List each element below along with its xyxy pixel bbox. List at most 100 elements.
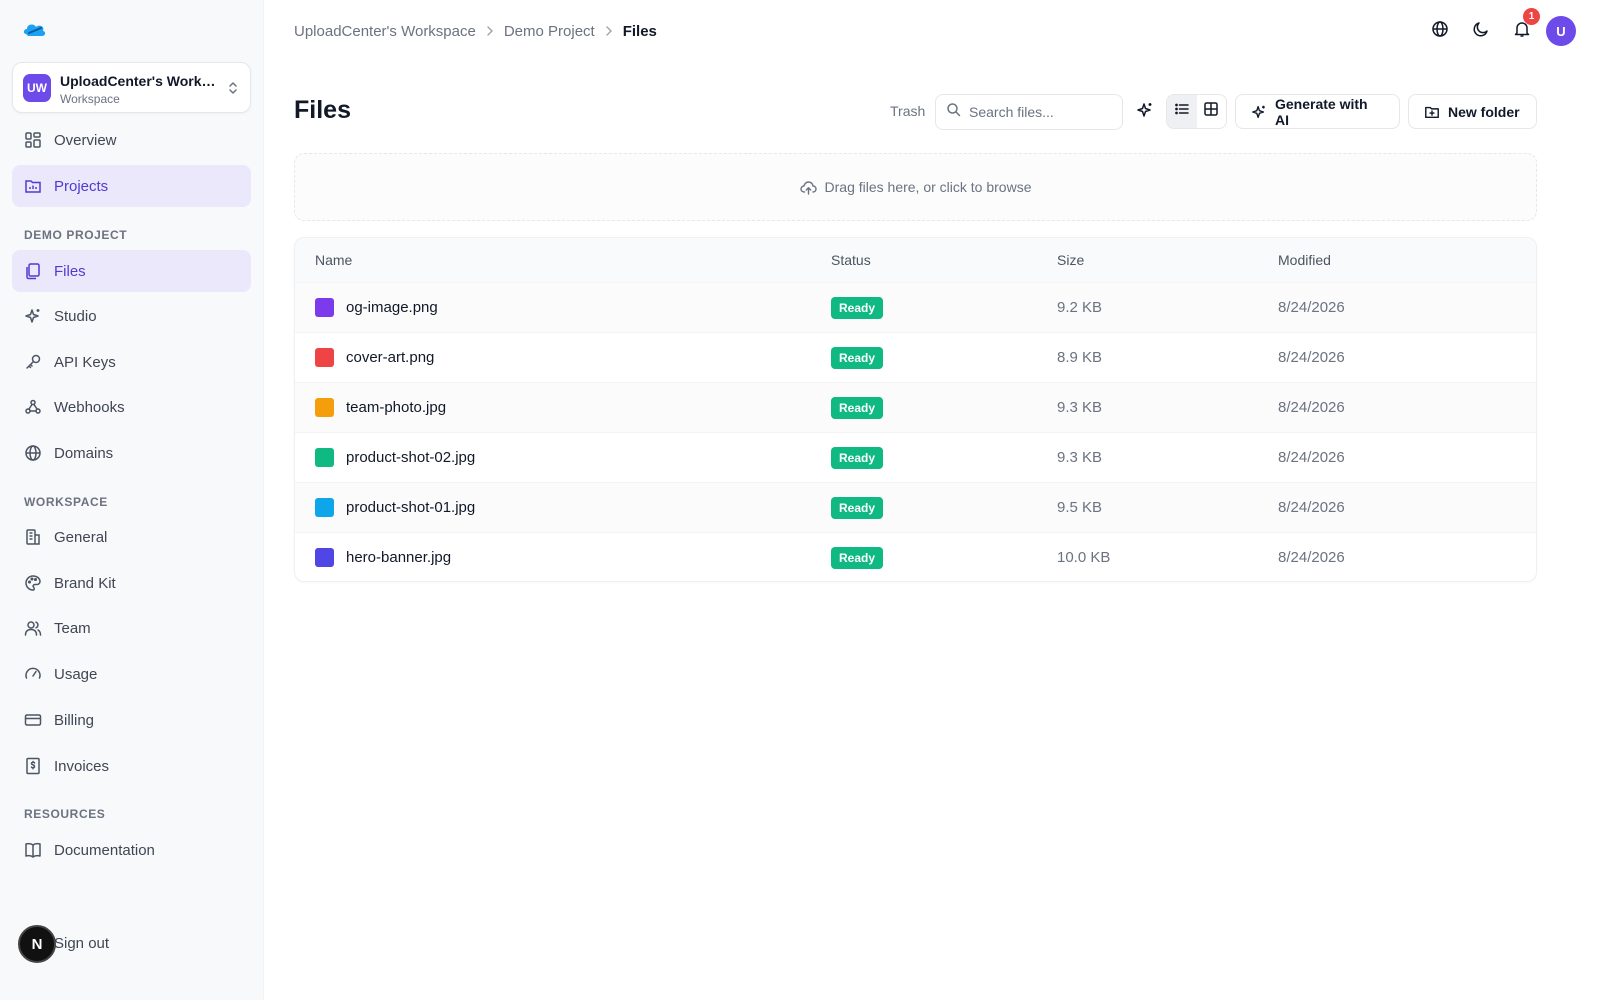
grid-view-button[interactable] bbox=[1197, 95, 1227, 128]
page-title: Files bbox=[294, 96, 351, 124]
file-name: team-photo.jpg bbox=[346, 399, 447, 416]
sidebar-item-brand-kit[interactable]: Brand Kit bbox=[12, 562, 251, 604]
sidebar-item-files[interactable]: Files bbox=[12, 250, 251, 292]
webhook-icon bbox=[24, 398, 42, 416]
search-icon bbox=[946, 102, 961, 122]
sidebar-item-projects[interactable]: Projects bbox=[12, 165, 251, 207]
search-input[interactable] bbox=[969, 104, 1109, 120]
moon-icon bbox=[1472, 20, 1490, 43]
table-row[interactable]: og-image.png Ready 9.2 KB 8/24/2026 bbox=[295, 282, 1536, 332]
sidebar-item-label: API Keys bbox=[54, 353, 116, 371]
sidebar-item-label: Team bbox=[54, 619, 91, 637]
file-thumbnail bbox=[315, 298, 334, 317]
sidebar-item-usage[interactable]: Usage bbox=[12, 653, 251, 695]
column-header-size[interactable]: Size bbox=[1057, 252, 1084, 268]
sidebar-item-label: Projects bbox=[54, 177, 109, 195]
sidebar-item-label: Domains bbox=[54, 444, 114, 462]
palette-icon bbox=[24, 574, 42, 592]
file-thumbnail bbox=[315, 548, 334, 567]
search-box bbox=[935, 94, 1123, 130]
language-button[interactable] bbox=[1425, 16, 1455, 46]
file-size: 9.5 KB bbox=[1057, 499, 1103, 516]
file-modified: 8/24/2026 bbox=[1278, 299, 1345, 316]
file-name: product-shot-02.jpg bbox=[346, 449, 476, 466]
generate-with-ai-button[interactable]: Generate with AI bbox=[1235, 94, 1400, 129]
sidebar-item-overview[interactable]: Overview bbox=[12, 119, 251, 161]
dropzone-text: Drag files here, or click to browse bbox=[824, 179, 1032, 195]
globe-icon bbox=[24, 444, 42, 462]
table-row[interactable]: hero-banner.jpg Ready 10.0 KB 8/24/2026 bbox=[295, 532, 1536, 581]
breadcrumb-current: Files bbox=[622, 22, 657, 40]
status-badge: Ready bbox=[831, 496, 884, 519]
sidebar-item-domains[interactable]: Domains bbox=[12, 432, 251, 474]
table-row[interactable]: product-shot-02.jpg Ready 9.3 KB 8/24/20… bbox=[295, 432, 1536, 482]
column-header-modified[interactable]: Modified bbox=[1278, 252, 1331, 268]
sidebar-item-label: Files bbox=[54, 262, 86, 280]
key-icon bbox=[24, 353, 42, 371]
breadcrumb-workspace[interactable]: UploadCenter's Workspace bbox=[294, 23, 476, 40]
sidebar-item-label: General bbox=[54, 528, 108, 546]
table-header: Name Status Size Modified bbox=[295, 238, 1536, 282]
file-size: 9.2 KB bbox=[1057, 299, 1103, 316]
file-modified: 8/24/2026 bbox=[1278, 499, 1345, 516]
sidebar: UW UploadCenter's Workspace Workspace Ov… bbox=[0, 0, 264, 1000]
section-label-project: DEMO PROJECT bbox=[24, 228, 128, 242]
file-name: hero-banner.jpg bbox=[346, 549, 452, 566]
file-thumbnail bbox=[315, 348, 334, 367]
status-badge: Ready bbox=[831, 396, 884, 419]
sign-out-label: Sign out bbox=[54, 934, 110, 952]
table-row[interactable]: team-photo.jpg Ready 9.3 KB 8/24/2026 bbox=[295, 382, 1536, 432]
workspace-type: Workspace bbox=[60, 92, 120, 106]
workspace-switcher[interactable]: UW UploadCenter's Workspace Workspace bbox=[12, 62, 251, 113]
file-modified: 8/24/2026 bbox=[1278, 449, 1345, 466]
file-name: product-shot-01.jpg bbox=[346, 499, 476, 516]
theme-toggle-button[interactable] bbox=[1466, 16, 1496, 46]
files-icon bbox=[24, 262, 42, 280]
ai-sparkle-button[interactable] bbox=[1132, 99, 1158, 125]
chevron-right-icon bbox=[605, 24, 613, 39]
gauge-icon bbox=[24, 665, 42, 683]
file-modified: 8/24/2026 bbox=[1278, 349, 1345, 366]
column-header-name[interactable]: Name bbox=[315, 252, 352, 268]
folder-chart-icon bbox=[24, 177, 42, 195]
sidebar-item-webhooks[interactable]: Webhooks bbox=[12, 386, 251, 428]
notifications-button[interactable]: 1 bbox=[1507, 8, 1540, 46]
user-avatar[interactable]: U bbox=[1546, 16, 1576, 46]
table-row[interactable]: cover-art.png Ready 8.9 KB 8/24/2026 bbox=[295, 332, 1536, 382]
breadcrumb-project[interactable]: Demo Project bbox=[504, 23, 595, 40]
chevron-updown-icon bbox=[226, 79, 240, 97]
dev-tools-badge[interactable]: N bbox=[18, 925, 56, 963]
sidebar-item-label: Overview bbox=[54, 131, 117, 149]
app-logo-icon[interactable] bbox=[22, 20, 48, 40]
sidebar-item-documentation[interactable]: Documentation bbox=[12, 829, 251, 871]
file-name: og-image.png bbox=[346, 299, 438, 316]
list-view-button[interactable] bbox=[1167, 95, 1197, 128]
users-icon bbox=[24, 619, 42, 637]
workspace-avatar: UW bbox=[23, 74, 51, 102]
new-folder-button[interactable]: New folder bbox=[1408, 94, 1537, 129]
sidebar-item-label: Invoices bbox=[54, 757, 110, 775]
sidebar-item-studio[interactable]: Studio bbox=[12, 295, 251, 337]
sidebar-item-team[interactable]: Team bbox=[12, 607, 251, 649]
file-modified: 8/24/2026 bbox=[1278, 399, 1345, 416]
upload-dropzone[interactable]: Drag files here, or click to browse bbox=[294, 153, 1537, 221]
file-thumbnail bbox=[315, 498, 334, 517]
sidebar-item-invoices[interactable]: Invoices bbox=[12, 745, 251, 787]
sparkles-icon bbox=[1251, 104, 1267, 120]
section-label-workspace: WORKSPACE bbox=[24, 495, 108, 509]
list-icon bbox=[1174, 101, 1190, 122]
file-size: 10.0 KB bbox=[1057, 549, 1111, 566]
column-header-status[interactable]: Status bbox=[831, 252, 871, 268]
sidebar-item-label: Billing bbox=[54, 711, 95, 729]
sidebar-item-billing[interactable]: Billing bbox=[12, 699, 251, 741]
new-folder-label: New folder bbox=[1448, 103, 1520, 120]
section-label-resources: RESOURCES bbox=[24, 807, 106, 821]
file-thumbnail bbox=[315, 398, 334, 417]
file-size: 9.3 KB bbox=[1057, 399, 1103, 416]
sidebar-item-general[interactable]: General bbox=[12, 516, 251, 558]
sidebar-item-api-keys[interactable]: API Keys bbox=[12, 341, 251, 383]
table-row[interactable]: product-shot-01.jpg Ready 9.5 KB 8/24/20… bbox=[295, 482, 1536, 532]
cloud-upload-icon bbox=[799, 180, 817, 195]
file-modified: 8/24/2026 bbox=[1278, 549, 1345, 566]
trash-link[interactable]: Trash bbox=[890, 103, 925, 119]
